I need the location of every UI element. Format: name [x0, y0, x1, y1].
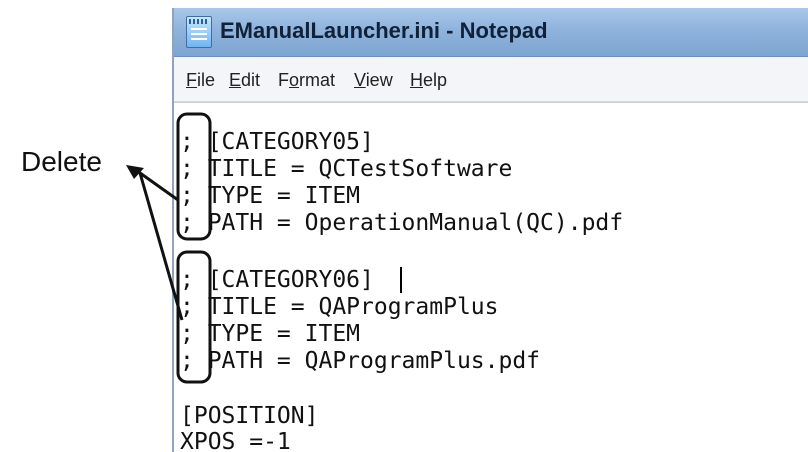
annotation-overlay — [126, 112, 212, 384]
highlight-box-category05 — [176, 112, 212, 241]
highlight-box-category06 — [176, 250, 212, 384]
delete-callout-label: Delete — [21, 146, 102, 177]
callout-arrow-lines — [137, 169, 184, 321]
